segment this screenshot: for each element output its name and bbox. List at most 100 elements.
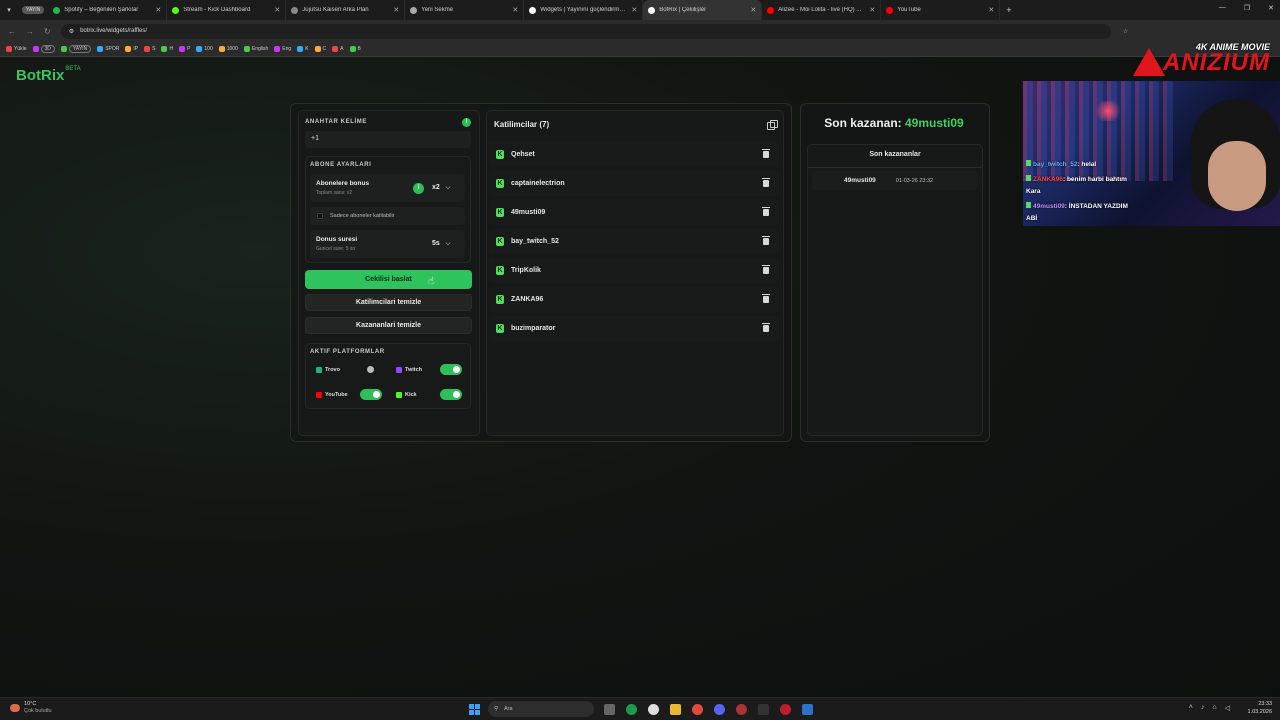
- tab-close-icon[interactable]: ✕: [750, 6, 756, 14]
- browser-tab[interactable]: Spotify – Beğenilen Şarkılar ✕: [48, 0, 168, 20]
- trash-icon[interactable]: [762, 207, 770, 216]
- tab-search-icon[interactable]: ▾: [0, 6, 18, 14]
- clear-participants-button[interactable]: Katilimcilari temizle: [305, 294, 472, 311]
- chevron-up-icon[interactable]: ˄: [1189, 704, 1193, 712]
- minimize-icon[interactable]: —: [1219, 4, 1226, 12]
- forward-icon[interactable]: →: [26, 27, 34, 36]
- keyword-input[interactable]: +1: [305, 131, 471, 148]
- settings-gear-icon[interactable]: [648, 704, 659, 715]
- microphone-icon[interactable]: ♪: [1201, 704, 1205, 712]
- browser-tab[interactable]: BotRix | Çekilişler ✕: [643, 0, 763, 20]
- bookmark-item[interactable]: Yükle: [6, 46, 27, 52]
- chevron-down-icon: ⌵: [445, 241, 451, 247]
- tab-close-icon[interactable]: ✕: [988, 6, 994, 14]
- trovo-icon: [316, 367, 322, 373]
- sub-only-checkbox[interactable]: [317, 213, 323, 219]
- bookmark-item[interactable]: 1000: [218, 46, 238, 52]
- network-icon[interactable]: ⌂: [1212, 704, 1216, 712]
- bookmark-item[interactable]: S: [144, 46, 155, 52]
- chrome-icon[interactable]: [692, 704, 703, 715]
- bonus-time-select[interactable]: 5s ⌵: [432, 240, 450, 248]
- trash-icon[interactable]: [762, 149, 770, 158]
- bookmark-star-icon[interactable]: ☆: [1123, 28, 1128, 35]
- copy-icon[interactable]: [767, 120, 778, 130]
- trash-icon[interactable]: [762, 294, 770, 303]
- bookmark-item[interactable]: 100: [196, 46, 213, 52]
- tab-close-icon[interactable]: ✕: [155, 6, 161, 14]
- start-raffle-button[interactable]: Cekilisi baslat: [305, 270, 472, 289]
- volume-icon[interactable]: ◁: [1225, 704, 1230, 712]
- weather-widget[interactable]: 10°C Çok bulutlu: [10, 701, 52, 715]
- twitch-icon: [396, 367, 402, 373]
- bookmark-item[interactable]: P: [179, 46, 190, 52]
- bookmark-item[interactable]: English: [243, 46, 269, 52]
- tab-close-icon[interactable]: ✕: [631, 6, 637, 14]
- browser-tab[interactable]: Stream - Kick Dashboard ✕: [167, 0, 287, 20]
- botrix-logo[interactable]: BotRixBETA: [16, 66, 81, 84]
- browser-tab[interactable]: Yeni Sekme ✕: [405, 0, 525, 20]
- tab-close-icon[interactable]: ✕: [274, 6, 280, 14]
- windows-start-icon[interactable]: [469, 704, 480, 715]
- bookmark-item[interactable]: K: [297, 46, 309, 52]
- platform-toggle-youtube[interactable]: [360, 389, 382, 400]
- tab-close-icon[interactable]: ✕: [869, 6, 875, 14]
- tab-close-icon[interactable]: ✕: [512, 6, 518, 14]
- participant-row: K Qehset: [489, 142, 779, 167]
- bookmark-item[interactable]: B: [349, 46, 361, 52]
- url-text: botrix.live/widgets/raffles/: [80, 28, 148, 34]
- bookmark-label: English: [251, 46, 269, 52]
- obs-icon[interactable]: [736, 704, 747, 715]
- trash-icon[interactable]: [762, 236, 770, 245]
- sub-bonus-select[interactable]: x2 ⌵: [432, 184, 450, 192]
- bookmark-icon: [314, 46, 321, 52]
- bookmark-item[interactable]: YAYIN: [60, 45, 92, 53]
- site-info-icon[interactable]: ⚙: [69, 28, 74, 35]
- bookmark-item[interactable]: IP: [125, 46, 138, 52]
- divider: [808, 167, 983, 168]
- reload-icon[interactable]: ↻: [44, 27, 51, 36]
- browser-tab[interactable]: Alizee - Moi Lolita - live (HQ) ... ✕: [762, 0, 882, 20]
- clock[interactable]: 23:33 1.03.2026: [1248, 700, 1272, 716]
- trash-icon[interactable]: [762, 323, 770, 332]
- word-icon[interactable]: [802, 704, 813, 715]
- bookmark-label: 3D: [40, 45, 55, 53]
- tab-close-icon[interactable]: ✕: [393, 6, 399, 14]
- beta-badge: BETA: [65, 66, 81, 72]
- back-icon[interactable]: ←: [8, 27, 16, 36]
- tab-group-label[interactable]: YAYIN: [22, 6, 45, 14]
- file-explorer-icon[interactable]: [670, 704, 681, 715]
- clear-winners-button[interactable]: Kazananlari temizle: [305, 317, 472, 334]
- sub-bonus-info-icon[interactable]: i: [413, 183, 424, 194]
- trash-icon[interactable]: [762, 265, 770, 274]
- app-icon[interactable]: [758, 704, 769, 715]
- bookmark-item[interactable]: Eng: [274, 46, 291, 52]
- close-window-icon[interactable]: ✕: [1268, 4, 1274, 12]
- bookmark-label: 1000: [226, 46, 238, 52]
- platform-toggle-trovo[interactable]: [360, 364, 382, 375]
- bookmark-item[interactable]: H: [161, 46, 173, 52]
- browser-tab[interactable]: YouTube ✕: [881, 0, 1001, 20]
- platform-toggle-twitch[interactable]: [440, 364, 462, 375]
- tab-favicon-icon: [291, 6, 299, 14]
- browser-tab[interactable]: Jujutsu Kaisen Arka Plan ✕: [286, 0, 406, 20]
- discord-icon[interactable]: [714, 704, 725, 715]
- url-field[interactable]: ⚙ botrix.live/widgets/raffles/: [60, 23, 1111, 39]
- bookmark-item[interactable]: 3D: [32, 45, 55, 53]
- bookmark-icon: [218, 46, 225, 52]
- opera-icon[interactable]: [780, 704, 791, 715]
- bookmark-icon: [297, 46, 304, 52]
- keyword-info-icon[interactable]: i: [462, 118, 471, 127]
- taskbar-search[interactable]: ⚲ Ara: [488, 701, 594, 717]
- xbox-icon[interactable]: [626, 704, 637, 715]
- platform-toggle-kick[interactable]: [440, 389, 462, 400]
- task-view-icon[interactable]: [604, 704, 615, 715]
- participant-name: buzimparator: [511, 325, 556, 332]
- bookmark-item[interactable]: SPOR: [97, 46, 119, 52]
- trash-icon[interactable]: [762, 178, 770, 187]
- bookmark-item[interactable]: A: [332, 46, 344, 52]
- kick-icon: [1026, 160, 1031, 166]
- new-tab-button[interactable]: +: [1006, 5, 1011, 15]
- maximize-icon[interactable]: ❐: [1244, 4, 1250, 12]
- browser-tab[interactable]: Widgets | Yayınını güçlendirme... ✕: [524, 0, 644, 20]
- bookmark-item[interactable]: C: [314, 46, 326, 52]
